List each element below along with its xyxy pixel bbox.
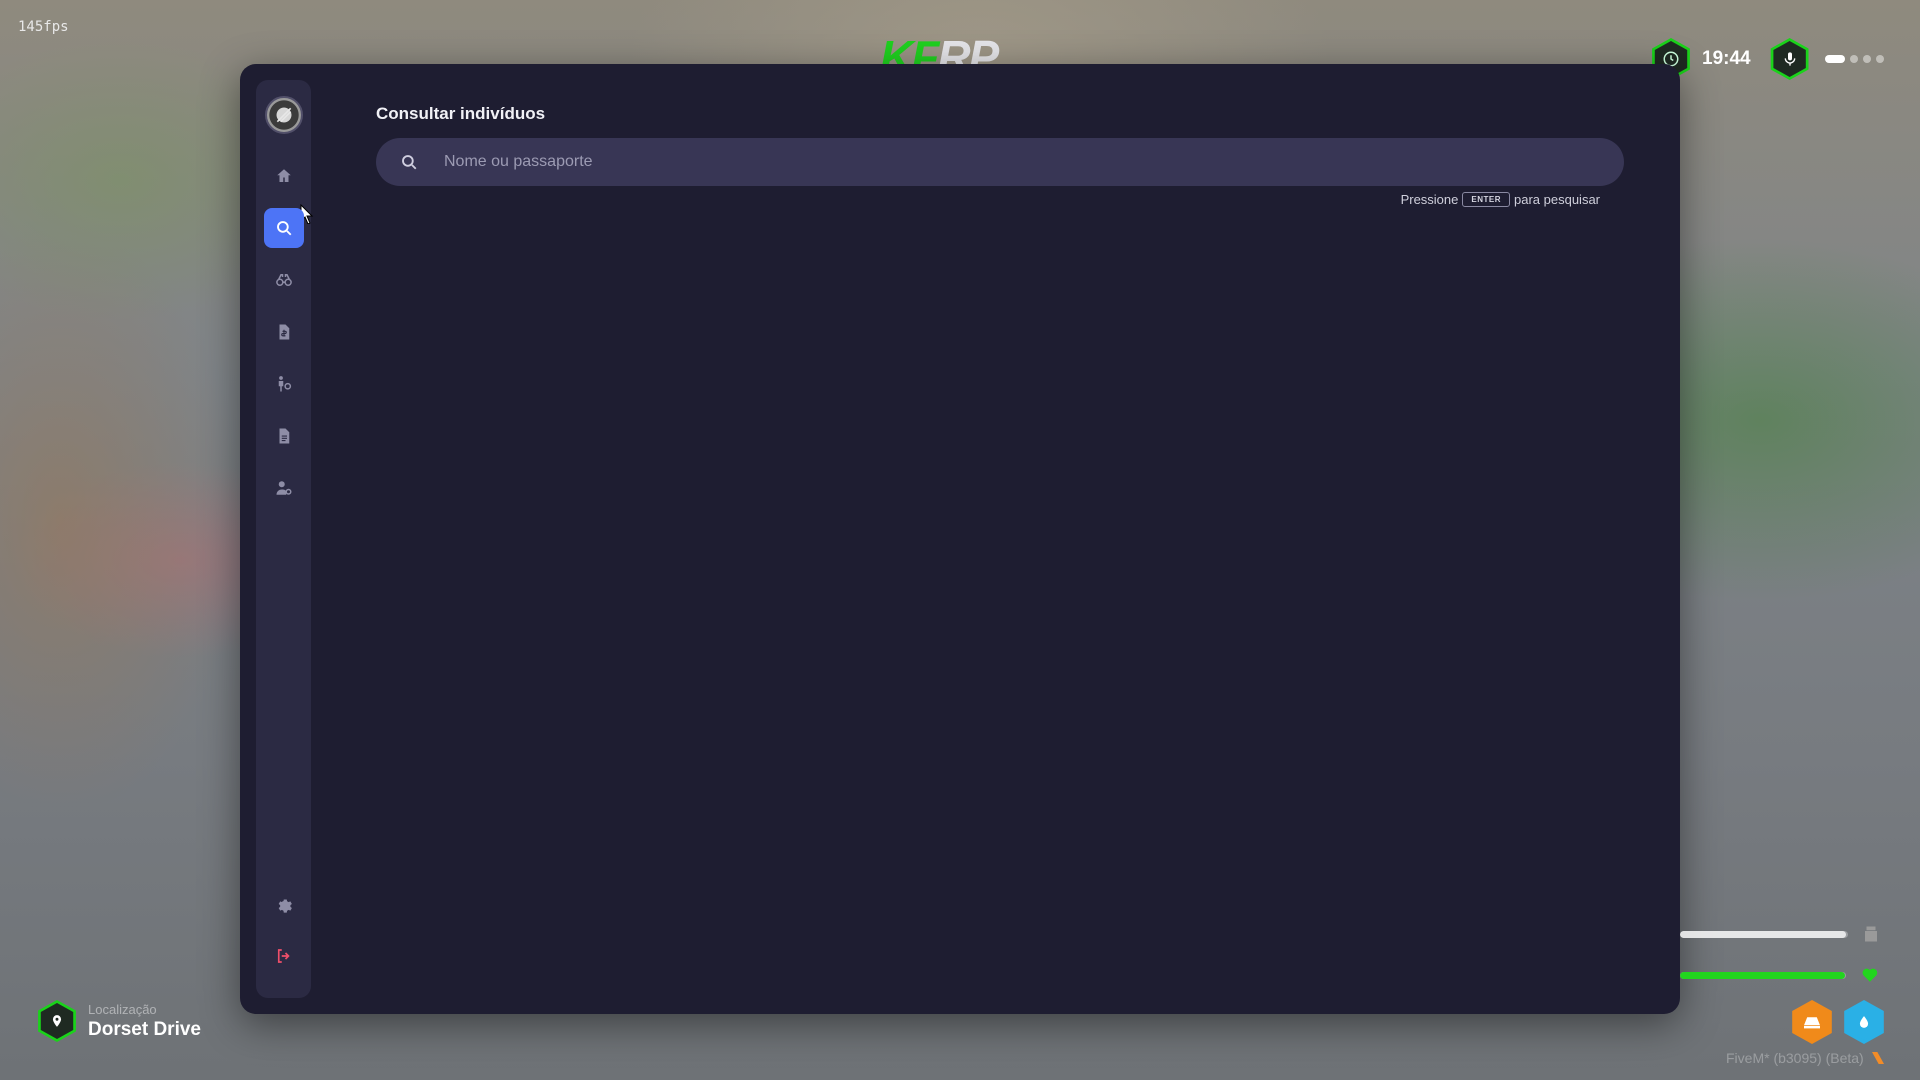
location-label: Localização	[88, 1001, 157, 1017]
file-dollar-icon	[279, 324, 290, 340]
hint-before: Pressione	[1400, 192, 1459, 207]
search-bar[interactable]	[376, 138, 1624, 186]
sidebar-item-search[interactable]	[264, 208, 304, 248]
logout-icon	[277, 949, 290, 963]
fivem-build-label: FiveM* (b3095) (Beta)	[1726, 1050, 1886, 1066]
fivem-build-text: FiveM* (b3095) (Beta)	[1726, 1050, 1864, 1066]
status-bars	[1680, 924, 1880, 1006]
location-display: Localização Dorset Drive	[36, 1000, 201, 1042]
server-logo: KFRP	[880, 34, 1040, 64]
armor-bar	[1680, 924, 1880, 944]
server-logo-secondary: RP	[937, 34, 999, 64]
search-icon	[277, 221, 292, 236]
fivem-logo-icon	[1871, 1052, 1884, 1064]
gear-icon	[278, 899, 292, 913]
clock-time: 19:44	[1702, 48, 1751, 69]
microphone-icon	[1770, 38, 1809, 80]
home-icon	[277, 169, 291, 182]
search-input[interactable]	[444, 153, 1544, 171]
person-handcuff-icon	[278, 376, 292, 392]
sidebar-item-reports[interactable]	[264, 416, 304, 456]
sidebar-item-wanted[interactable]	[264, 260, 304, 300]
top-hud: 19:44	[1650, 38, 1884, 80]
sidebar-item-penal-code[interactable]	[264, 312, 304, 352]
search-icon	[402, 155, 417, 170]
user-gear-icon	[276, 481, 292, 495]
sidebar-item-home[interactable]	[264, 156, 304, 196]
document-icon	[279, 428, 290, 444]
sidebar-item-logout[interactable]	[264, 936, 304, 976]
map-pin-icon	[38, 1000, 76, 1042]
page-title: Consultar indivíduos	[376, 104, 546, 123]
voice-range-indicator	[1824, 55, 1884, 63]
search-hint: Pressione ENTER para pesquisar	[376, 192, 1624, 207]
department-badge-avatar	[265, 96, 303, 134]
hint-after: para pesquisar	[1514, 192, 1600, 207]
armor-bar-fill	[1680, 930, 1847, 938]
binoculars-icon	[276, 274, 292, 286]
sidebar-item-officers[interactable]	[264, 468, 304, 508]
police-tablet: Consultar indivíduos Pressione ENTER par…	[240, 64, 1680, 1014]
main-content: Consultar indivíduos Pressione ENTER par…	[376, 104, 1624, 207]
heart-icon	[1862, 968, 1878, 982]
fps-counter: 145fps	[18, 19, 69, 35]
health-bar	[1680, 966, 1880, 984]
sidebar-item-settings[interactable]	[264, 884, 304, 924]
sidebar-item-arrest[interactable]	[264, 364, 304, 404]
armor-icon	[1865, 926, 1877, 942]
water-drop-icon	[1844, 1000, 1884, 1044]
health-bar-fill	[1680, 971, 1845, 979]
food-icon	[1792, 1000, 1832, 1044]
server-logo-primary: KF	[880, 34, 939, 64]
location-name: Dorset Drive	[88, 1018, 201, 1040]
needs-indicators	[1790, 1000, 1886, 1044]
sidebar	[256, 80, 314, 998]
enter-key-badge: ENTER	[1462, 192, 1510, 207]
